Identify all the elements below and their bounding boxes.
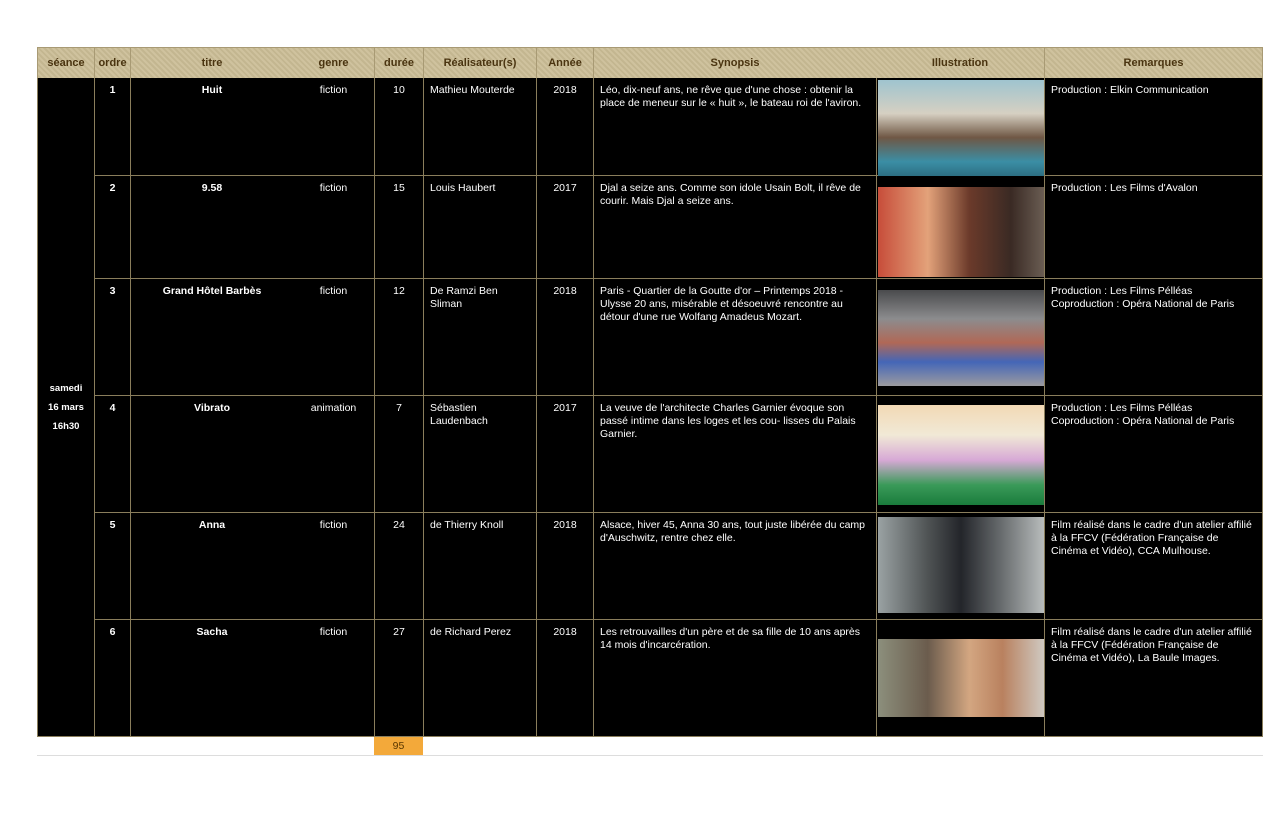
- drawing-opera-image: [878, 405, 1044, 505]
- session-day: samedi: [49, 382, 83, 394]
- cell-realisateur: de Richard Perez: [423, 620, 536, 737]
- cell-ordre: 1: [94, 78, 130, 176]
- header-genre: genre: [318, 57, 349, 69]
- cell-annee: 2018: [536, 620, 593, 737]
- cell-genre: fiction: [293, 620, 374, 737]
- cell-genre: fiction: [293, 78, 374, 176]
- cell-ordre: 4: [94, 396, 130, 513]
- cell-remarques: Production : Les Films d'Avalon: [1044, 176, 1263, 279]
- cell-remarques: Film réalisé dans le cadre d'un atelier …: [1044, 620, 1263, 737]
- cell-ordre: 2: [94, 176, 130, 279]
- illustration-cell: [876, 279, 1044, 396]
- cell-duree: 10: [374, 78, 423, 176]
- cell-synopsis: Paris - Quartier de la Goutte d'or – Pri…: [593, 279, 876, 396]
- photo-embrace-image: [878, 639, 1044, 717]
- cell-ordre: 3: [94, 279, 130, 396]
- illustration-cell: [876, 176, 1044, 279]
- cell-titre: Vibrato: [130, 396, 293, 513]
- cell-synopsis: Léo, dix-neuf ans, ne rêve que d'une cho…: [593, 78, 876, 176]
- cell-annee: 2018: [536, 279, 593, 396]
- cell-duree: 27: [374, 620, 423, 737]
- header-duree: durée: [374, 48, 423, 79]
- photo-runner-image: [878, 187, 1044, 277]
- cell-titre: Grand Hôtel Barbès: [130, 279, 293, 396]
- table-footer: 95: [37, 737, 1263, 756]
- cell-genre: fiction: [293, 279, 374, 396]
- session-time: 16h30: [52, 420, 80, 432]
- cell-ordre: 6: [94, 620, 130, 737]
- cell-titre: 9.58: [130, 176, 293, 279]
- cell-annee: 2018: [536, 513, 593, 620]
- cell-remarques: Production : Les Films Pélléas Coproduct…: [1044, 396, 1263, 513]
- total-duree: 95: [374, 737, 423, 755]
- header-annee: Année: [536, 48, 593, 79]
- cell-duree: 12: [374, 279, 423, 396]
- header-synopsis: Synopsis: [593, 48, 876, 79]
- header-titre: titre: [130, 48, 293, 79]
- session-cell: samedi 16 mars 16h30: [37, 78, 94, 737]
- photo-dancer-image: [878, 290, 1044, 386]
- cell-annee: 2017: [536, 176, 593, 279]
- photo-rowing-image: [878, 80, 1044, 176]
- cell-synopsis: Alsace, hiver 45, Anna 30 ans, tout just…: [593, 513, 876, 620]
- cell-realisateur: De Ramzi Ben Sliman: [423, 279, 536, 396]
- cell-remarques: Production : Les Films Pélléas Coproduct…: [1044, 279, 1263, 396]
- illustration-cell: [876, 78, 1044, 176]
- cell-synopsis: Djal a seize ans. Comme son idole Usain …: [593, 176, 876, 279]
- cell-duree: 24: [374, 513, 423, 620]
- photo-car-image: [878, 517, 1044, 613]
- header-seance: séance: [37, 48, 94, 79]
- cell-titre: Huit: [130, 78, 293, 176]
- illustration-cell: [876, 513, 1044, 620]
- cell-realisateur: de Thierry Knoll: [423, 513, 536, 620]
- cell-synopsis: Les retrouvailles d'un père et de sa fil…: [593, 620, 876, 737]
- header-illustration: Illustration: [931, 57, 989, 69]
- cell-duree: 15: [374, 176, 423, 279]
- cell-titre: Anna: [130, 513, 293, 620]
- header-ordre: ordre: [94, 48, 130, 79]
- illustration-cell: [876, 620, 1044, 737]
- cell-remarques: Production : Elkin Communication: [1044, 78, 1263, 176]
- cell-genre: animation: [293, 396, 374, 513]
- cell-annee: 2017: [536, 396, 593, 513]
- cell-remarques: Film réalisé dans le cadre d'un atelier …: [1044, 513, 1263, 620]
- cell-realisateur: Mathieu Mouterde: [423, 78, 536, 176]
- cell-duree: 7: [374, 396, 423, 513]
- cell-synopsis: La veuve de l'architecte Charles Garnier…: [593, 396, 876, 513]
- cell-genre: fiction: [293, 513, 374, 620]
- header-realisateur: Réalisateur(s): [423, 48, 536, 79]
- session-date: 16 mars: [48, 401, 84, 413]
- cell-genre: fiction: [293, 176, 374, 279]
- illustration-cell: [876, 396, 1044, 513]
- cell-annee: 2018: [536, 78, 593, 176]
- table-header: séance ordre titre genre durée Réalisate…: [37, 47, 1263, 80]
- cell-realisateur: Louis Haubert: [423, 176, 536, 279]
- header-remarques: Remarques: [1044, 48, 1263, 79]
- cell-realisateur: Sébastien Laudenbach: [423, 396, 536, 513]
- cell-titre: Sacha: [130, 620, 293, 737]
- cell-ordre: 5: [94, 513, 130, 620]
